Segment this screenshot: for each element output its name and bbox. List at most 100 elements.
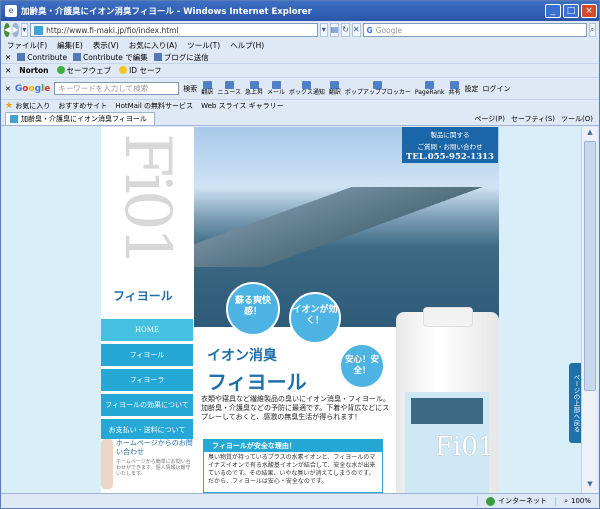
stop-icon[interactable]: ✕ [351, 23, 361, 37]
vertical-scrollbar[interactable]: ▲ ▼ [581, 127, 597, 493]
contribute-icon [17, 53, 26, 61]
toolbar-close-icon[interactable]: ✕ [5, 53, 11, 62]
phone-line1: 製品に関する [430, 131, 470, 139]
safeweb-button[interactable]: セーフウェブ [56, 65, 111, 76]
pagerank-icon [425, 81, 435, 89]
compat-icon[interactable]: ▤ [329, 23, 340, 37]
nav-home[interactable]: HOME [101, 319, 193, 341]
safety-heading: フィヨールが安全な理由！ [204, 440, 382, 452]
back-button[interactable]: ◀ [4, 23, 11, 37]
notify-icon [302, 81, 312, 89]
bubble-refresh: 蘇る爽快感！ [226, 282, 280, 336]
tool-translate2[interactable]: 翻訳 [329, 81, 341, 96]
back-to-top-tab[interactable]: ページの上部へ戻る [569, 363, 581, 443]
google-toolbar-close-icon[interactable]: ✕ [5, 85, 11, 93]
menu-bar: ファイル(F) 編集(E) 表示(V) お気に入り(A) ツール(T) ヘルプ(… [1, 39, 599, 51]
norton-close-icon[interactable]: ✕ [5, 66, 11, 75]
nav-payment[interactable]: お支払い・送料について [101, 419, 193, 441]
refresh-icon[interactable]: ↻ [341, 23, 350, 37]
tool-share[interactable]: 共有 [448, 81, 460, 96]
scroll-up-icon[interactable]: ▲ [584, 128, 596, 140]
news-icon [224, 81, 234, 89]
tool-translate[interactable]: 翻訳 [201, 81, 213, 96]
search-box[interactable]: G Google [362, 23, 587, 37]
operator-image [101, 439, 114, 489]
minimize-button[interactable]: _ [545, 4, 561, 18]
login-button[interactable]: ログイン [482, 84, 510, 94]
title-bar: e 加齢臭・介護臭にイオン消臭フィヨール - Windows Internet … [1, 1, 599, 21]
tool-mail[interactable]: メール [267, 81, 285, 96]
safeweb-icon [56, 66, 65, 74]
scroll-down-icon[interactable]: ▼ [584, 480, 596, 492]
tool-notify[interactable]: ボックス通知 [289, 81, 325, 96]
search-icon[interactable]: ⌕ [588, 23, 596, 37]
mail-icon [271, 81, 281, 89]
ie-icon: e [5, 5, 17, 17]
zone-indicator: インターネット [477, 496, 555, 506]
favorites-button[interactable]: ★ お気に入り [5, 101, 50, 111]
maximize-button[interactable]: □ [563, 4, 579, 18]
tool-label: PageRank [414, 89, 445, 96]
norton-button[interactable]: Norton [19, 66, 48, 75]
menu-edit[interactable]: 編集(E) [57, 40, 83, 51]
translate2-icon [330, 81, 340, 89]
favicon-icon [34, 25, 44, 35]
tool-news[interactable]: ニュース [217, 81, 241, 96]
google-search-button[interactable]: 検索 [183, 84, 197, 94]
menu-view[interactable]: 表示(V) [93, 40, 119, 51]
site-nav: HOME フィヨール フィヨーラ フィヨールの効果について お支払い・送料につい… [101, 319, 193, 444]
contribute-edit-button[interactable]: Contribute で編集 [73, 52, 148, 63]
page-menu[interactable]: ページ(P) [474, 114, 505, 124]
go-icon[interactable]: ▾ [320, 23, 328, 37]
blog-icon [153, 53, 162, 61]
edit-icon [73, 53, 82, 61]
menu-tools[interactable]: ツール(T) [187, 40, 220, 51]
scroll-thumb[interactable] [584, 141, 596, 391]
safety-menu[interactable]: セーフティ(S) [511, 114, 555, 124]
tools-menu[interactable]: ツール(O) [561, 114, 593, 124]
status-bar: インターネット ⌕ 100% [1, 493, 599, 508]
google-search-input[interactable]: キーワードを入力して検索 [54, 82, 180, 95]
webslice-link[interactable]: Web スライス ギャラリー [201, 101, 284, 111]
share-icon [449, 81, 459, 89]
globe-icon [486, 496, 496, 506]
menu-help[interactable]: ヘルプ(H) [230, 40, 264, 51]
window-title: 加齢臭・介護臭にイオン消臭フィヨール - Windows Internet Ex… [21, 7, 312, 17]
idsafe-button[interactable]: ID セーフ [119, 65, 162, 76]
forward-button[interactable]: ▶ [12, 23, 19, 37]
tool-pagerank[interactable]: PageRank [414, 81, 445, 96]
tool-label: 翻訳 [201, 89, 214, 96]
tool-popup[interactable]: ポップアップブロッカー [345, 81, 411, 96]
tool-label: ボックス通知 [289, 89, 325, 96]
menu-favorites[interactable]: お気に入り(A) [129, 40, 177, 51]
favorites-label: お気に入り [15, 102, 51, 110]
tab-active[interactable]: 加齢臭・介護臭にイオン消臭フィヨール [5, 112, 155, 125]
dropdown-icon[interactable]: ▾ [20, 23, 29, 37]
tool-trending[interactable]: 急上昇 [245, 81, 263, 96]
settings-button[interactable]: 設定 [464, 84, 478, 94]
contact-note: ホームページから簡単にお問い合わせができます。個人情報は厳守いたします。 [116, 459, 191, 477]
hotmail-link[interactable]: HotMail の無料サービス [115, 101, 193, 111]
nav-fiora[interactable]: フィヨーラ [101, 369, 193, 391]
headline-product: フィヨール [207, 370, 307, 394]
phone-line2: ご質問・お問い合わせ [417, 143, 483, 151]
blog-button[interactable]: ブログに送信 [153, 52, 209, 63]
url-field[interactable]: http://www.fi-maki.jp/fio/index.html [30, 23, 319, 37]
contribute-button[interactable]: Contribute [17, 53, 67, 62]
popup-icon [373, 81, 383, 89]
close-button[interactable]: × [581, 4, 597, 18]
zoom-control[interactable]: ⌕ 100% [555, 496, 599, 506]
suggested-sites-link[interactable]: おすすめサイト [58, 101, 107, 111]
nav-effect[interactable]: フィヨールの効果について [101, 394, 193, 416]
safety-box: フィヨールが安全な理由！ 臭い物質が持っているプラスの水素イオンと、フィヨールの… [203, 439, 383, 493]
phone-number: TEL.055-952-1313 [406, 152, 494, 162]
bottle-label: Fi01 [405, 392, 494, 493]
bubble-safe: 安心！安全！ [339, 343, 385, 389]
nav-fiol[interactable]: フィヨール [101, 344, 193, 366]
contact-banner[interactable]: ホームページからのお問い合わせ ホームページから簡単にお問い合わせができます。個… [101, 439, 193, 493]
star-icon: ★ [5, 101, 14, 111]
menu-file[interactable]: ファイル(F) [7, 40, 47, 51]
norton-toolbar: ✕ Norton セーフウェブ ID セーフ [1, 64, 599, 78]
site-logo: Fi01 [110, 133, 184, 264]
tab-bar: 加齢臭・介護臭にイオン消臭フィヨール ページ(P) セーフティ(S) ツール(O… [1, 112, 599, 126]
